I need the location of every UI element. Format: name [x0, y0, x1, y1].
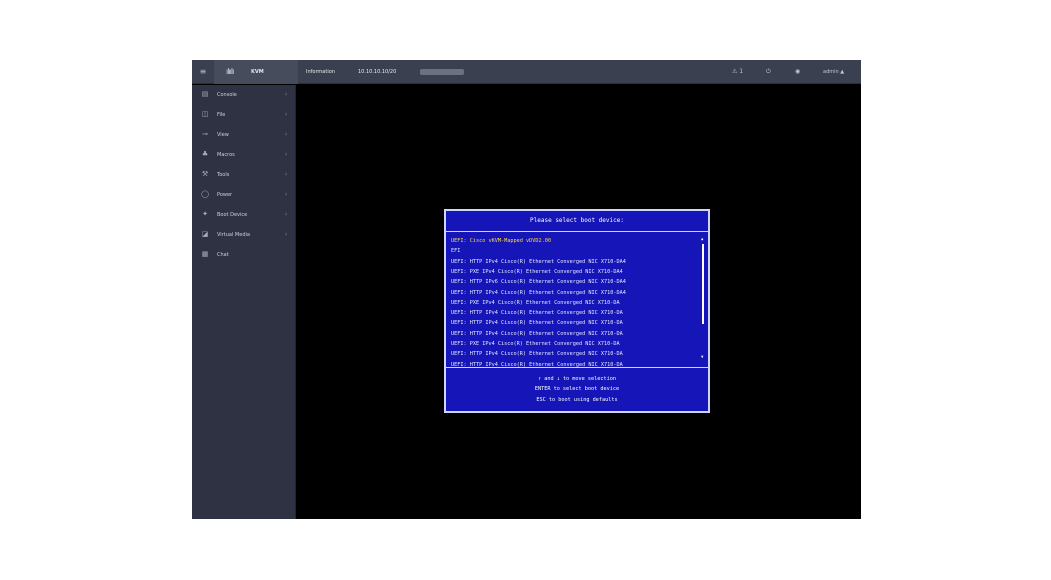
macros-icon: ♣: [201, 150, 209, 158]
boot-device-list[interactable]: UEFI: Cisco vKVM-Mapped vDVD2.00 EFI UEFI:…: [451, 238, 699, 368]
sidebar-item-label: Power: [217, 192, 233, 198]
power-icon: ◯: [201, 190, 209, 198]
console-icon: ▤: [201, 90, 209, 98]
sidebar-item-boot-device[interactable]: ✦ Boot Device ›: [192, 207, 296, 225]
help-boot-defaults: ESC to boot using defaults: [536, 397, 618, 403]
boot-device-item[interactable]: UEFI: HTTP IPv4 Cisco(R) Ethernet Conver…: [451, 351, 623, 358]
sidebar-item-tools[interactable]: ⚒ Tools ›: [192, 167, 296, 185]
chevron-right-icon: ›: [285, 191, 288, 198]
brand-name: KVM: [251, 69, 264, 75]
sidebar-item-virtual-media[interactable]: ◪ Virtual Media ›: [192, 227, 296, 245]
brand-area: ılıılı KVM: [214, 60, 298, 84]
chat-icon: ▦: [201, 250, 209, 258]
boot-device-item[interactable]: UEFI: HTTP IPv4 Cisco(R) Ethernet Conver…: [451, 331, 623, 338]
tools-icon: ⚒: [201, 170, 209, 178]
sidebar-item-macros[interactable]: ♣ Macros ›: [192, 147, 296, 165]
boot-device-menu: Please select boot device: UEFI: Cisco v…: [444, 209, 710, 413]
boot-device-item[interactable]: UEFI: HTTP IPv4 Cisco(R) Ethernet Conver…: [451, 310, 623, 317]
scroll-thumb[interactable]: [702, 244, 704, 324]
scroll-up-icon[interactable]: ▲: [701, 236, 703, 241]
chevron-right-icon: ›: [285, 231, 288, 238]
help-select-device: ENTER to select boot device: [534, 386, 620, 392]
boot-device-item[interactable]: UEFI: HTTP IPv6 Cisco(R) Ethernet Conver…: [451, 279, 626, 286]
sidebar-item-label: Macros: [217, 152, 235, 158]
sidebar-item-label: View: [217, 132, 229, 138]
top-bar: ≡ ılıılı KVM Information 10.10.10.10/20 …: [192, 60, 861, 84]
sidebar-item-label: File: [217, 112, 226, 118]
sidebar-item-label: Console: [217, 92, 237, 98]
boot-device-item[interactable]: EFI: [451, 248, 460, 255]
scroll-down-icon[interactable]: ▼: [701, 354, 703, 359]
redacted-field: [420, 69, 464, 75]
chevron-right-icon: ›: [285, 151, 288, 158]
view-icon: ⊸: [202, 130, 208, 138]
divider: [446, 367, 708, 368]
file-icon: ◫: [201, 110, 209, 118]
info-link[interactable]: Information: [306, 69, 335, 75]
virtual-media-icon: ◪: [201, 230, 209, 238]
boot-menu-title: Please select boot device:: [530, 217, 624, 224]
alerts-indicator[interactable]: ⚠ 1: [732, 68, 743, 75]
sidebar-item-label: Virtual Media: [217, 232, 250, 238]
cisco-logo-icon: ılıılı: [226, 67, 234, 76]
boot-device-item[interactable]: UEFI: HTTP IPv4 Cisco(R) Ethernet Conver…: [451, 320, 623, 327]
sidebar-item-label: Tools: [217, 172, 230, 178]
boot-device-item[interactable]: UEFI: HTTP IPv4 Cisco(R) Ethernet Conver…: [451, 290, 626, 297]
sidebar-item-label: Boot Device: [217, 212, 248, 218]
sidebar-item-file[interactable]: ◫ File ›: [192, 107, 296, 125]
menu-icon[interactable]: ≡: [198, 67, 208, 77]
chevron-right-icon: ›: [285, 211, 288, 218]
boot-device-item[interactable]: UEFI: Cisco vKVM-Mapped vDVD2.00: [451, 238, 551, 245]
sidebar-item-power[interactable]: ◯ Power ›: [192, 187, 296, 205]
kvm-window: ≡ ılıılı KVM Information 10.10.10.10/20 …: [192, 60, 861, 519]
power-icon[interactable]: ⏻: [766, 68, 771, 76]
sidebar: ▤ Console › ◫ File › ⊸ View › ♣ Macros › ⚒ Tools › ◯ Pow…: [192, 85, 296, 519]
boot-device-item[interactable]: UEFI: PXE IPv4 Cisco(R) Ethernet Converg…: [451, 341, 620, 348]
chevron-right-icon: ›: [285, 131, 288, 138]
divider: [446, 231, 708, 232]
chevron-right-icon: ›: [285, 91, 288, 98]
boot-device-item[interactable]: UEFI: HTTP IPv4 Cisco(R) Ethernet Conver…: [451, 259, 626, 266]
scrollbar[interactable]: ▲ ▼: [701, 236, 705, 360]
chevron-right-icon: ›: [285, 171, 288, 178]
globe-icon[interactable]: ◉: [795, 68, 800, 75]
sidebar-item-chat[interactable]: ▦ Chat: [192, 247, 296, 265]
boot-device-icon: ✦: [202, 210, 208, 218]
remote-console[interactable]: Please select boot device: UEFI: Cisco v…: [297, 85, 861, 519]
help-move-selection: ↑ and ↓ to move selection: [537, 376, 617, 382]
sidebar-item-view[interactable]: ⊸ View ›: [192, 127, 296, 145]
chevron-right-icon: ›: [285, 111, 288, 118]
boot-device-item[interactable]: UEFI: PXE IPv4 Cisco(R) Ethernet Converg…: [451, 300, 620, 307]
sidebar-item-console[interactable]: ▤ Console ›: [192, 87, 296, 105]
user-menu[interactable]: admin ▲: [823, 69, 844, 75]
boot-device-item[interactable]: UEFI: PXE IPv4 Cisco(R) Ethernet Converg…: [451, 269, 623, 276]
sidebar-item-label: Chat: [217, 252, 229, 258]
host-address: 10.10.10.10/20: [358, 69, 397, 75]
